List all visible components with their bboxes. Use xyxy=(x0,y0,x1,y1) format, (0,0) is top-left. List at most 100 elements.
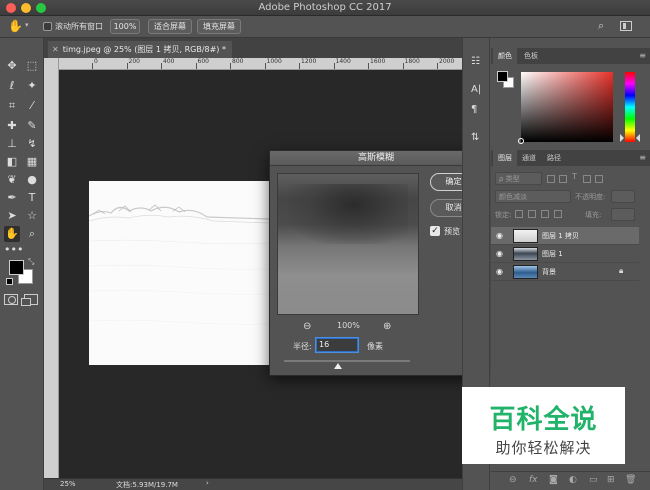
panel-foreground-swatch[interactable] xyxy=(497,71,508,82)
type-tool-icon[interactable]: T xyxy=(24,190,40,206)
color-field-marker[interactable] xyxy=(518,138,524,144)
dodge-tool-icon[interactable]: ● xyxy=(24,172,40,188)
zoom-100-button[interactable]: 100% xyxy=(110,19,140,34)
new-group-icon[interactable]: ▭ xyxy=(589,475,598,485)
fill-input[interactable] xyxy=(611,208,635,221)
layer-filter-select[interactable]: ρ 类型 xyxy=(495,172,542,185)
lock-icon: 🔒︎ xyxy=(619,266,624,275)
hand-tool-preset-icon[interactable]: ✋ xyxy=(8,19,23,33)
swap-colors-icon[interactable]: ⤡ xyxy=(28,257,34,267)
pen-tool-icon[interactable]: ✒ xyxy=(4,190,20,206)
hue-slider-marker-left[interactable] xyxy=(620,134,624,142)
character-panel-icon[interactable]: A| xyxy=(471,84,481,95)
close-icon[interactable]: ✕ xyxy=(52,45,59,54)
lock-all-icon[interactable] xyxy=(554,210,562,218)
layers-panel-menu-icon[interactable]: ≡ xyxy=(639,153,646,162)
watermark-logo: 百科全说 助你轻松解决 xyxy=(462,387,625,464)
search-icon[interactable]: ⌕ xyxy=(598,19,604,33)
filter-shape-icon[interactable] xyxy=(583,175,591,183)
healing-brush-tool-icon[interactable]: ✚ xyxy=(4,118,20,134)
hue-slider-marker-right[interactable] xyxy=(636,134,640,142)
lock-pixels-icon[interactable] xyxy=(528,210,536,218)
color-picker-field[interactable] xyxy=(521,72,613,142)
lock-position-icon[interactable] xyxy=(541,210,549,218)
filter-pixel-icon[interactable] xyxy=(547,175,555,183)
shape-tool-icon[interactable]: ☆ xyxy=(24,208,40,224)
layer-row[interactable]: ◉ 背景 🔒︎ xyxy=(491,263,639,281)
zoom-out-icon[interactable]: ⊖ xyxy=(303,321,311,332)
vertical-ruler[interactable] xyxy=(44,58,59,478)
ruler-tick xyxy=(92,63,93,69)
adjustment-layer-icon[interactable]: ◐ xyxy=(569,475,577,485)
radius-slider[interactable] xyxy=(284,360,410,362)
filter-type-icon[interactable]: T xyxy=(572,172,577,181)
radius-slider-thumb[interactable] xyxy=(334,363,342,369)
quick-mask-icon[interactable] xyxy=(4,294,18,305)
adjustments-panel-icon[interactable]: ⇅ xyxy=(471,132,479,143)
more-tools-icon[interactable]: ••• xyxy=(4,242,23,258)
tab-channels[interactable]: 通道 xyxy=(517,150,541,166)
add-mask-icon[interactable]: ◙ xyxy=(549,475,558,485)
magic-wand-tool-icon[interactable]: ✦ xyxy=(24,78,40,94)
document-tab[interactable]: ✕ timg.jpeg @ 25% (图层 1 拷贝, RGB/8#) * xyxy=(48,41,232,58)
filter-smart-object-icon[interactable] xyxy=(595,175,603,183)
watermark-title: 百科全说 xyxy=(489,405,598,435)
horizontal-ruler[interactable]: 0 200 400 600 800 1000 1200 1400 1600 1800 2000 xyxy=(59,58,462,70)
document-image[interactable] xyxy=(89,181,269,365)
properties-panel-icon[interactable]: ☷ xyxy=(471,56,480,67)
fill-screen-button[interactable]: 填充屏幕 xyxy=(197,19,241,34)
tab-swatches[interactable]: 色板 xyxy=(519,48,543,64)
lock-transparent-icon[interactable] xyxy=(515,210,523,218)
layer-row[interactable]: ◉ 图层 1 拷贝 xyxy=(491,227,639,245)
scroll-all-windows-checkbox[interactable] xyxy=(43,22,52,31)
tab-paths[interactable]: 路径 xyxy=(542,150,566,166)
delete-layer-icon[interactable]: 🗑︎ xyxy=(625,475,636,485)
blur-tool-icon[interactable]: ❦ xyxy=(4,172,20,188)
visibility-eye-icon[interactable]: ◉ xyxy=(496,249,506,258)
layer-style-icon[interactable]: fx xyxy=(529,475,538,485)
visibility-eye-icon[interactable]: ◉ xyxy=(496,267,506,276)
status-zoom-level[interactable]: 25% xyxy=(60,480,76,488)
layer-row[interactable]: ◉ 图层 1 xyxy=(491,245,639,263)
path-selection-tool-icon[interactable]: ➤ xyxy=(4,208,20,224)
marquee-tool-icon[interactable]: ⬚ xyxy=(24,58,40,74)
blur-preview[interactable] xyxy=(277,173,419,315)
foreground-color-swatch[interactable] xyxy=(9,260,24,275)
radius-input[interactable]: 16 xyxy=(316,338,358,352)
radius-label: 半径: xyxy=(293,342,312,351)
workspace-layout-icon[interactable] xyxy=(620,21,632,31)
brush-tool-icon[interactable]: ✎ xyxy=(24,118,40,134)
watermark-subtitle: 助你轻松解决 xyxy=(495,439,592,457)
paragraph-panel-icon[interactable]: ¶ xyxy=(471,104,477,115)
clone-stamp-tool-icon[interactable]: ⊥ xyxy=(4,136,20,152)
crop-tool-icon[interactable]: ⌗ xyxy=(4,98,20,114)
visibility-eye-icon[interactable]: ◉ xyxy=(496,231,506,240)
preview-checkbox[interactable]: ✓ xyxy=(430,226,440,236)
link-layers-icon[interactable]: ⊖ xyxy=(509,475,517,485)
screen-mode-icon[interactable] xyxy=(21,294,38,306)
tab-layers[interactable]: 图层 xyxy=(493,150,517,166)
dialog-title[interactable]: 高斯模糊 xyxy=(270,151,482,166)
chevron-down-icon[interactable]: ▾ xyxy=(25,21,29,29)
blend-mode-select[interactable]: 颜色减淡 xyxy=(495,190,571,203)
zoom-in-icon[interactable]: ⊕ xyxy=(383,321,391,332)
zoom-tool-icon[interactable]: ⌕ xyxy=(24,226,40,242)
gradient-tool-icon[interactable]: ▦ xyxy=(24,154,40,170)
move-tool-icon[interactable]: ✥ xyxy=(4,58,20,74)
fit-screen-button[interactable]: 适合屏幕 xyxy=(148,19,192,34)
eyedropper-tool-icon[interactable]: ⁄ xyxy=(24,98,40,114)
eraser-tool-icon[interactable]: ◧ xyxy=(4,154,20,170)
new-layer-icon[interactable]: ⊞ xyxy=(607,475,615,485)
history-brush-tool-icon[interactable]: ↯ xyxy=(24,136,40,152)
opacity-label: 不透明度: xyxy=(575,193,606,201)
lasso-tool-icon[interactable]: ℓ xyxy=(4,78,20,94)
filter-adjustment-icon[interactable] xyxy=(559,175,567,183)
panel-menu-icon[interactable]: ≡ xyxy=(639,51,646,60)
hand-tool-icon[interactable]: ✋ xyxy=(4,226,20,242)
chevron-right-icon[interactable]: › xyxy=(206,479,209,487)
window-title: Adobe Photoshop CC 2017 xyxy=(258,2,392,13)
default-colors-icon[interactable] xyxy=(6,278,13,285)
tab-color[interactable]: 颜色 xyxy=(493,48,517,64)
opacity-input[interactable] xyxy=(611,190,635,203)
hue-slider[interactable] xyxy=(625,72,635,142)
